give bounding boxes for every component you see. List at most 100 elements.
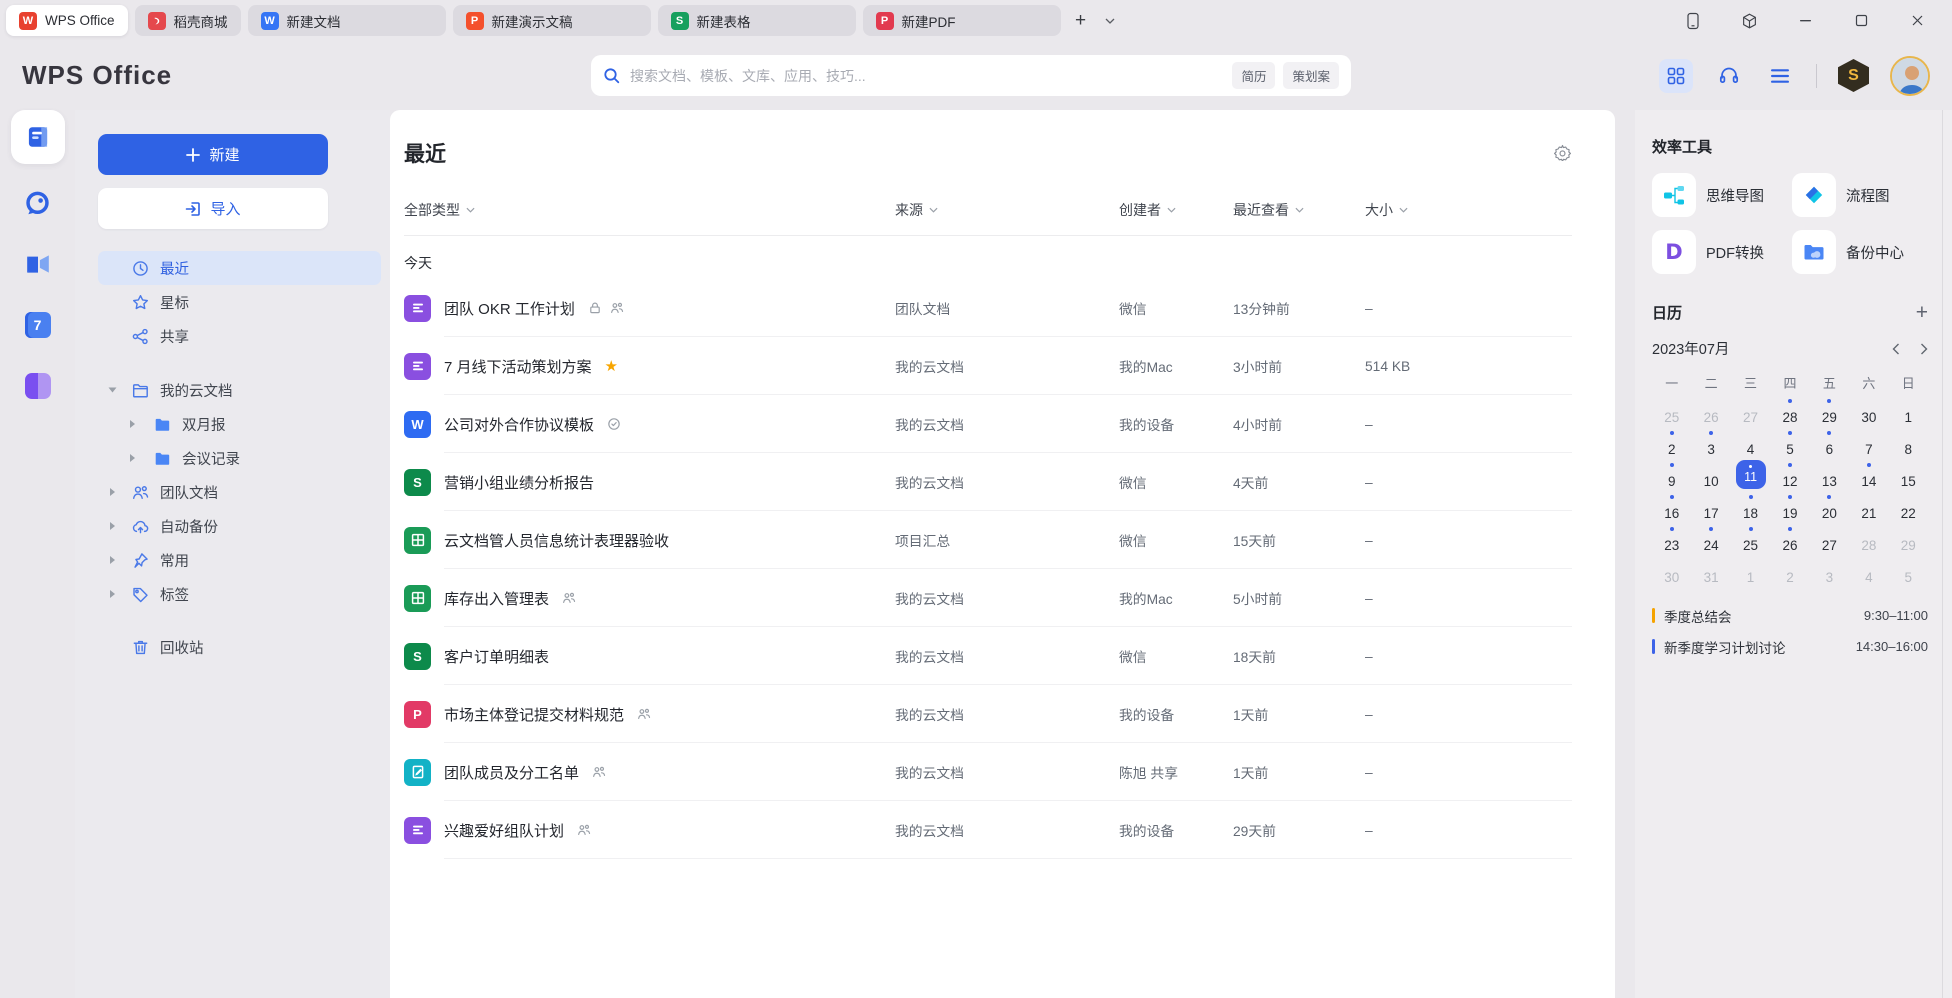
settings-gear-icon[interactable] xyxy=(1554,144,1571,161)
calendar-day[interactable]: 11 xyxy=(1731,460,1770,492)
table-row[interactable]: 团队成员及分工名单 我的云文档 陈旭 共享 1天前 – xyxy=(404,743,1572,801)
calendar-day[interactable]: 7 xyxy=(1849,428,1888,460)
sidebar-item[interactable]: 共享 xyxy=(98,319,381,353)
tab-list-chevron-down-icon[interactable] xyxy=(1101,18,1119,24)
calendar-day[interactable]: 4 xyxy=(1731,428,1770,460)
calendar-day[interactable]: 15 xyxy=(1889,460,1928,492)
tool-1[interactable]: 流程图 xyxy=(1792,173,1928,217)
sidebar-item[interactable]: 最近 xyxy=(98,251,381,285)
calendar-day[interactable]: 2 xyxy=(1652,428,1691,460)
calendar-day[interactable]: 29 xyxy=(1810,396,1849,428)
calendar-day[interactable]: 12 xyxy=(1770,460,1809,492)
calendar-day[interactable]: 5 xyxy=(1889,556,1928,588)
user-avatar[interactable] xyxy=(1890,56,1930,96)
close-button[interactable] xyxy=(1906,10,1928,32)
import-button[interactable]: 导入 xyxy=(98,188,328,229)
sidebar-item[interactable]: 我的云文档 xyxy=(98,373,381,407)
calendar-day[interactable]: 30 xyxy=(1849,396,1888,428)
filter-0[interactable]: 全部类型 xyxy=(404,200,475,220)
tab-4[interactable]: S 新建表格 xyxy=(658,5,856,36)
calendar-day[interactable]: 3 xyxy=(1810,556,1849,588)
calendar-event[interactable]: 季度总结会 9:30–11:00 xyxy=(1652,600,1928,631)
minimize-button[interactable] xyxy=(1794,10,1816,32)
search-input[interactable] xyxy=(630,68,1224,84)
calendar-day[interactable]: 23 xyxy=(1652,524,1691,556)
calendar-day[interactable]: 26 xyxy=(1770,524,1809,556)
calendar-day[interactable]: 27 xyxy=(1810,524,1849,556)
calendar-day[interactable]: 28 xyxy=(1770,396,1809,428)
search-tag-plan[interactable]: 策划案 xyxy=(1283,62,1339,89)
tab-5[interactable]: P 新建PDF xyxy=(863,5,1061,36)
tab-1[interactable]: 稻壳商城 xyxy=(135,5,241,36)
caret-right-icon[interactable] xyxy=(110,590,115,598)
global-search-bar[interactable]: 简历 策划案 xyxy=(591,55,1351,96)
calendar-event[interactable]: 新季度学习计划讨论 14:30–16:00 xyxy=(1652,631,1928,662)
calendar-day[interactable]: 5 xyxy=(1770,428,1809,460)
filter-1[interactable]: 来源 xyxy=(895,200,938,220)
table-row[interactable]: 7 月线下活动策划方案 ★ 我的云文档 我的Mac 3小时前 514 KB xyxy=(404,337,1572,395)
calendar-day[interactable]: 28 xyxy=(1849,524,1888,556)
sidebar-item[interactable]: 星标 xyxy=(98,285,381,319)
calendar-day[interactable]: 9 xyxy=(1652,460,1691,492)
caret-right-icon[interactable] xyxy=(130,420,135,428)
caret-down-icon[interactable] xyxy=(109,388,117,393)
caret-right-icon[interactable] xyxy=(110,522,115,530)
caret-right-icon[interactable] xyxy=(110,556,115,564)
new-document-button[interactable]: 新建 xyxy=(98,134,328,175)
sidebar-item[interactable]: 团队文档 xyxy=(98,475,381,509)
calendar-day[interactable]: 13 xyxy=(1810,460,1849,492)
table-row[interactable]: P 市场主体登记提交材料规范 我的云文档 我的设备 1天前 – xyxy=(404,685,1572,743)
table-row[interactable]: 兴趣爱好组队计划 我的云文档 我的设备 29天前 – xyxy=(404,801,1572,859)
sidebar-item[interactable]: 常用 xyxy=(98,543,381,577)
new-tab-button[interactable]: + xyxy=(1068,8,1094,34)
table-row[interactable]: 库存出入管理表 我的云文档 我的Mac 5小时前 – xyxy=(404,569,1572,627)
svip-badge-icon[interactable]: S xyxy=(1838,59,1869,92)
calendar-day[interactable]: 24 xyxy=(1691,524,1730,556)
table-row[interactable]: S 营销小组业绩分析报告 我的云文档 微信 4天前 – xyxy=(404,453,1572,511)
calendar-day[interactable]: 17 xyxy=(1691,492,1730,524)
calendar-day[interactable]: 8 xyxy=(1889,428,1928,460)
filter-4[interactable]: 大小 xyxy=(1365,200,1408,220)
apps-grid-button[interactable] xyxy=(1659,59,1693,93)
filter-2[interactable]: 创建者 xyxy=(1119,200,1176,220)
workspace-cube-icon[interactable] xyxy=(1738,10,1760,32)
caret-right-icon[interactable] xyxy=(130,454,135,462)
filter-3[interactable]: 最近查看 xyxy=(1233,200,1304,220)
sidebar-item[interactable]: 标签 xyxy=(98,577,381,611)
tab-3[interactable]: P 新建演示文稿 xyxy=(453,5,651,36)
calendar-day[interactable]: 3 xyxy=(1691,428,1730,460)
calendar-day[interactable]: 30 xyxy=(1652,556,1691,588)
sidebar-item[interactable]: 自动备份 xyxy=(98,509,381,543)
calendar-day[interactable]: 25 xyxy=(1731,524,1770,556)
sidebar-item[interactable]: 回收站 xyxy=(98,630,381,664)
calendar-day[interactable]: 2 xyxy=(1770,556,1809,588)
calendar-day[interactable]: 25 xyxy=(1652,396,1691,428)
menu-hamburger-icon[interactable] xyxy=(1765,61,1795,91)
calendar-day[interactable]: 26 xyxy=(1691,396,1730,428)
calendar-day[interactable]: 18 xyxy=(1731,492,1770,524)
tab-2[interactable]: W 新建文档 xyxy=(248,5,446,36)
rail-item-meeting[interactable] xyxy=(16,242,60,286)
tool-3[interactable]: 备份中心 xyxy=(1792,230,1928,274)
caret-right-icon[interactable] xyxy=(110,488,115,496)
calendar-day[interactable]: 10 xyxy=(1691,460,1730,492)
maximize-button[interactable] xyxy=(1850,10,1872,32)
calendar-day[interactable]: 14 xyxy=(1849,460,1888,492)
calendar-day[interactable]: 1 xyxy=(1889,396,1928,428)
calendar-day[interactable]: 22 xyxy=(1889,492,1928,524)
table-row[interactable]: 云文档管人员信息统计表理器验收 项目汇总 微信 15天前 – xyxy=(404,511,1572,569)
rail-item-chat[interactable] xyxy=(16,181,60,225)
calendar-day[interactable]: 20 xyxy=(1810,492,1849,524)
calendar-day[interactable]: 27 xyxy=(1731,396,1770,428)
calendar-day[interactable]: 6 xyxy=(1810,428,1849,460)
table-row[interactable]: W 公司对外合作协议模板 我的云文档 我的设备 4小时前 – xyxy=(404,395,1572,453)
rail-item-apps[interactable] xyxy=(16,364,60,408)
rail-item-documents[interactable] xyxy=(11,110,65,164)
calendar-day[interactable]: 19 xyxy=(1770,492,1809,524)
support-headset-icon[interactable] xyxy=(1714,61,1744,91)
table-row[interactable]: 团队 OKR 工作计划 团队文档 微信 13分钟前 – xyxy=(404,279,1572,337)
search-tag-resume[interactable]: 简历 xyxy=(1232,62,1275,89)
calendar-prev-button[interactable] xyxy=(1892,343,1900,355)
sidebar-item[interactable]: 双月报 xyxy=(98,407,381,441)
calendar-next-button[interactable] xyxy=(1920,343,1928,355)
